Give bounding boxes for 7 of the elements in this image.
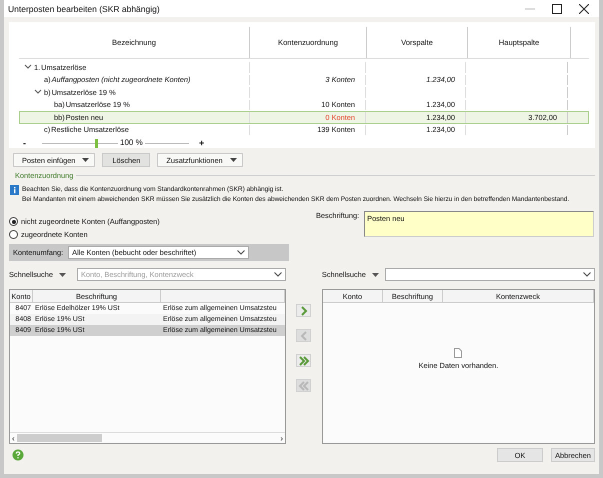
scroll-right-button[interactable]: ›: [280, 434, 284, 442]
horizontal-scrollbar[interactable]: ‹ ›: [10, 432, 286, 443]
zoom-out-button[interactable]: -: [19, 138, 36, 148]
scroll-left-button[interactable]: ‹: [12, 434, 15, 442]
zoom-in-button[interactable]: +: [195, 138, 208, 148]
window-title: Unterposten bearbeiten (SKR abhängig): [8, 4, 160, 14]
zoom-reading: 100 %: [118, 138, 145, 148]
